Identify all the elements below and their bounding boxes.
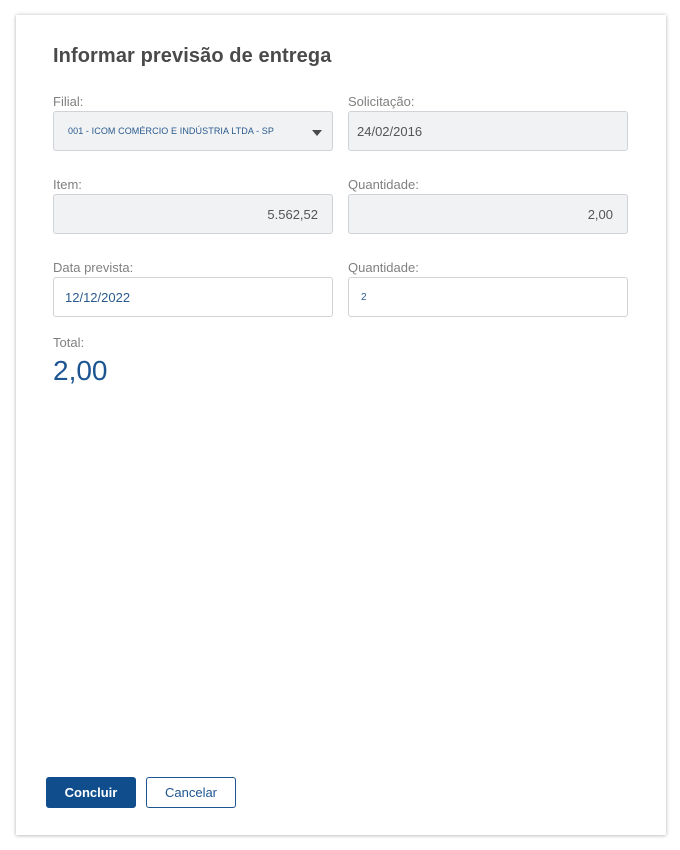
filial-select[interactable]: 001 - ICOM COMÉRCIO E INDÚSTRIA LTDA - S… [53, 111, 333, 151]
cancelar-button[interactable]: Cancelar [146, 777, 236, 808]
item-value: 5.562,52 [267, 206, 318, 222]
data-prevista-value: 12/12/2022 [65, 289, 131, 305]
quantidade-prevista-label: Quantidade: [348, 260, 419, 275]
chevron-down-icon[interactable] [312, 130, 322, 136]
quantidade-atual-value: 2,00 [587, 206, 613, 222]
quantidade-atual-label: Quantidade: [348, 177, 419, 192]
filial-label: Filial: [53, 94, 84, 109]
delivery-forecast-dialog: Informar previsão de entrega Filial: 001… [16, 15, 666, 835]
dialog-title: Informar previsão de entrega [53, 45, 332, 67]
data-prevista-input[interactable]: 12/12/2022 [53, 277, 333, 317]
concluir-button[interactable]: Concluir [46, 777, 136, 808]
solicitacao-value: 24/02/2016 [357, 123, 423, 139]
solicitacao-label: Solicitação: [348, 94, 415, 109]
filial-selected-value: 001 - ICOM COMÉRCIO E INDÚSTRIA LTDA - S… [68, 126, 274, 136]
total-value: 2,00 [53, 355, 108, 386]
quantidade-prevista-input[interactable]: 2 [348, 277, 628, 317]
item-field: 5.562,52 [53, 194, 333, 234]
quantidade-prevista-value: 2 [361, 291, 367, 303]
item-label: Item: [53, 177, 82, 192]
total-label: Total: [53, 335, 85, 350]
data-prevista-label: Data prevista: [53, 260, 134, 275]
solicitacao-field: 24/02/2016 [348, 111, 628, 151]
quantidade-atual-field: 2,00 [348, 194, 628, 234]
